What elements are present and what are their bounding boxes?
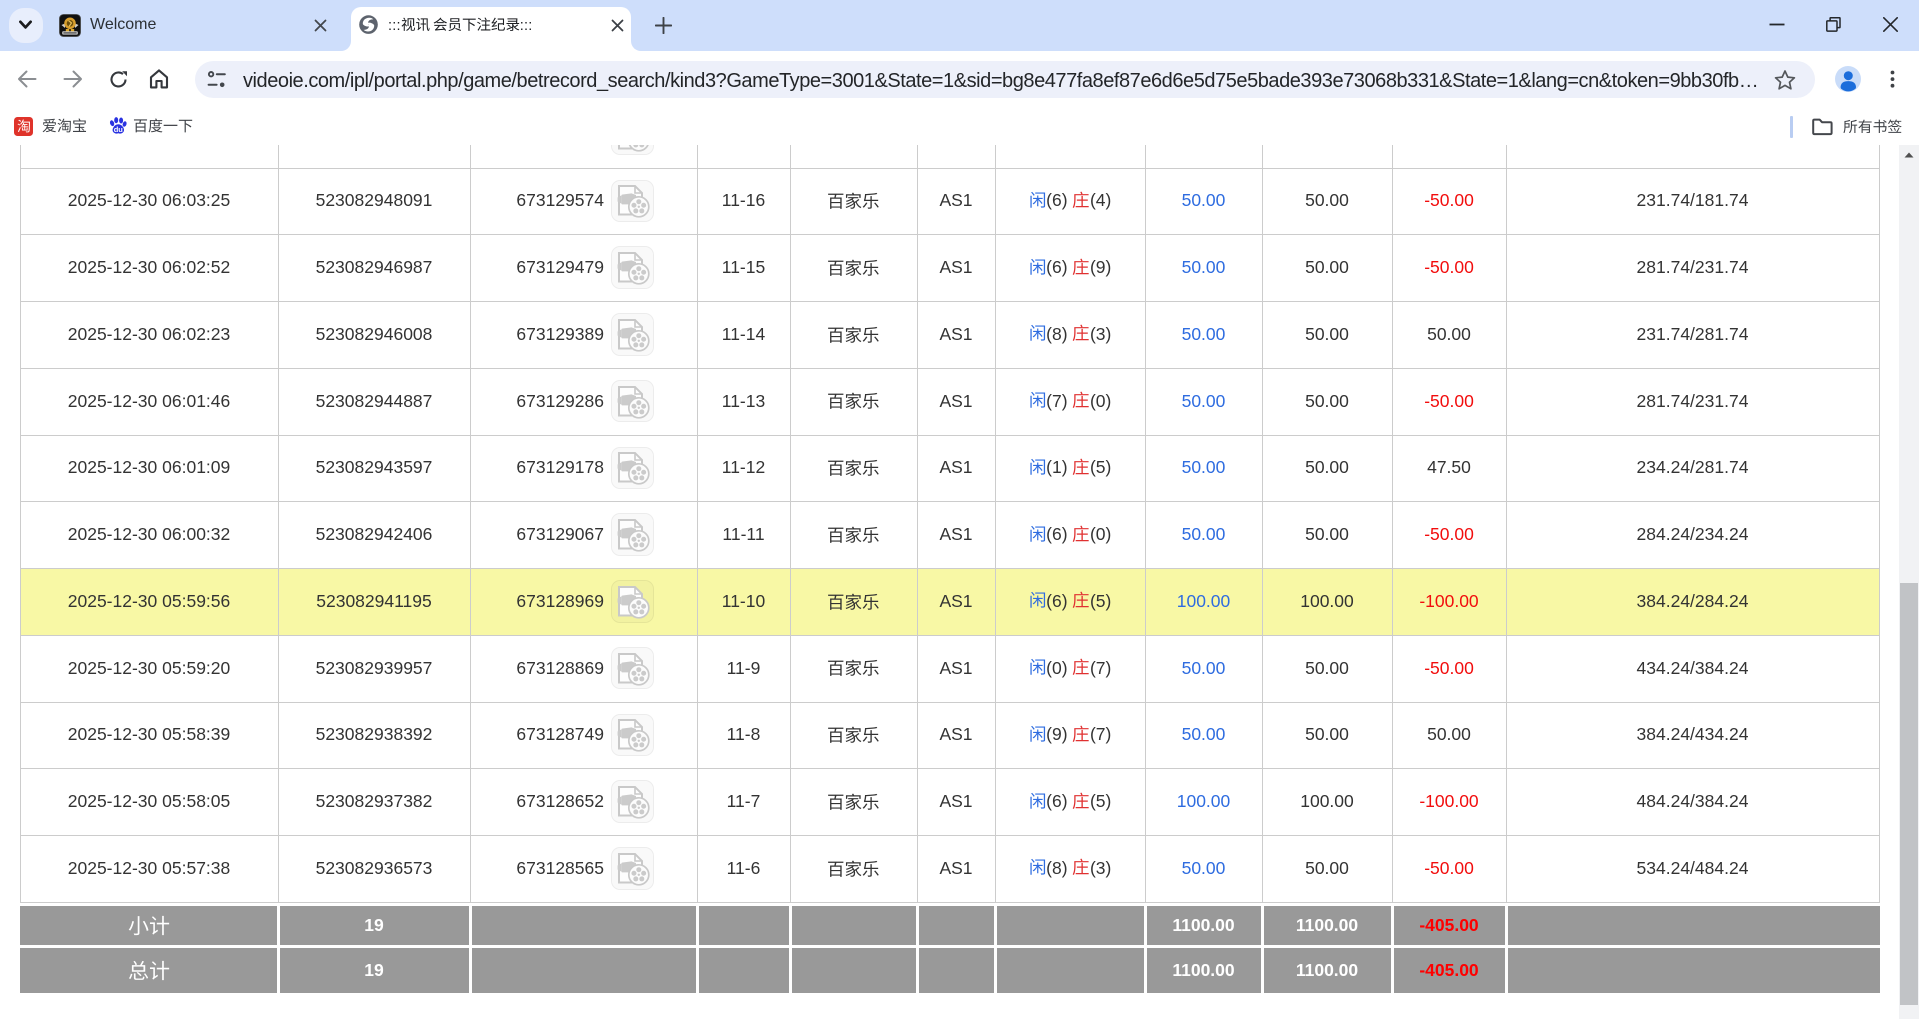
svg-text:du: du [114, 125, 124, 134]
